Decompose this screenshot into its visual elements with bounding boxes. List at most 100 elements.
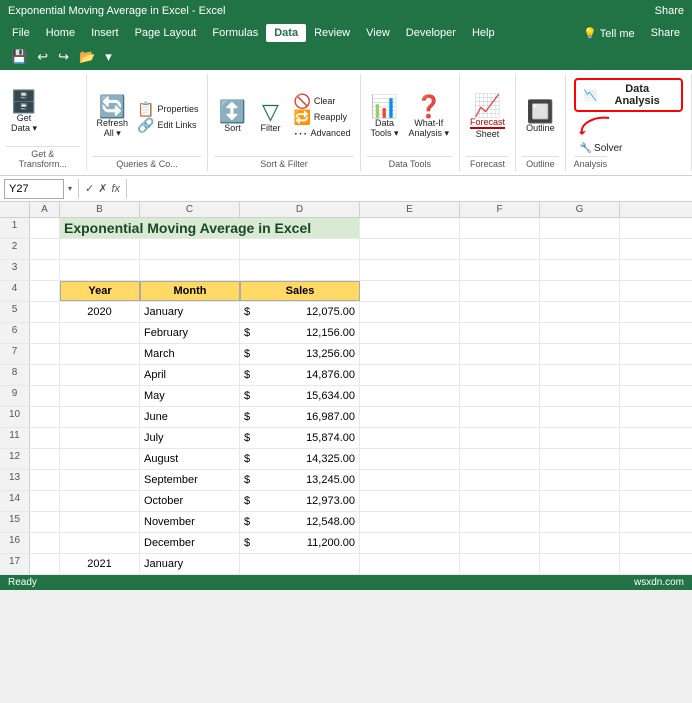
solver-button[interactable]: 🔧 Solver bbox=[574, 141, 683, 156]
cell-g4[interactable] bbox=[540, 281, 620, 301]
cell-d4[interactable]: Sales bbox=[240, 281, 360, 301]
open-icon[interactable]: 📂 bbox=[76, 47, 98, 67]
outline-button[interactable]: 🔲 Outline bbox=[522, 99, 559, 135]
col-header-b[interactable]: B bbox=[60, 202, 140, 217]
what-if-button[interactable]: ❓ What-If Analysis ▾ bbox=[405, 94, 454, 141]
menu-tell-me[interactable]: 💡 Tell me bbox=[575, 24, 642, 43]
cell-b17[interactable]: 2021 bbox=[60, 554, 140, 574]
cell-d6[interactable]: $12,156.00 bbox=[240, 323, 360, 343]
formula-input[interactable] bbox=[133, 183, 688, 195]
col-header-f[interactable]: F bbox=[460, 202, 540, 217]
share-btn[interactable]: Share bbox=[655, 5, 684, 17]
cell-d9[interactable]: $15,634.00 bbox=[240, 386, 360, 406]
cell-a3[interactable] bbox=[30, 260, 60, 280]
cell-e5[interactable] bbox=[360, 302, 460, 322]
cell-b4[interactable]: Year bbox=[60, 281, 140, 301]
col-header-a[interactable]: A bbox=[30, 202, 60, 217]
cell-d8[interactable]: $14,876.00 bbox=[240, 365, 360, 385]
cell-c11[interactable]: July bbox=[140, 428, 240, 448]
refresh-all-button[interactable]: 🔄 Refresh All ▾ bbox=[93, 94, 133, 141]
cell-c10[interactable]: June bbox=[140, 407, 240, 427]
menu-help[interactable]: Help bbox=[464, 24, 503, 42]
cell-g3[interactable] bbox=[540, 260, 620, 280]
menu-developer[interactable]: Developer bbox=[398, 24, 464, 42]
cell-d10[interactable]: $16,987.00 bbox=[240, 407, 360, 427]
cell-a5[interactable] bbox=[30, 302, 60, 322]
menu-insert[interactable]: Insert bbox=[83, 24, 127, 42]
cell-d2[interactable] bbox=[240, 239, 360, 259]
advanced-button[interactable]: ⋯ Advanced bbox=[290, 125, 353, 141]
cell-a4[interactable] bbox=[30, 281, 60, 301]
cell-c13[interactable]: September bbox=[140, 470, 240, 490]
cell-c15[interactable]: November bbox=[140, 512, 240, 532]
cell-a2[interactable] bbox=[30, 239, 60, 259]
menu-view[interactable]: View bbox=[358, 24, 398, 42]
cell-a1[interactable] bbox=[30, 218, 60, 238]
cell-f2[interactable] bbox=[460, 239, 540, 259]
cell-c17[interactable]: January bbox=[140, 554, 240, 574]
reapply-button[interactable]: 🔁 Reapply bbox=[290, 109, 353, 125]
customize-icon[interactable]: ▾ bbox=[102, 47, 115, 67]
name-box[interactable]: Y27 bbox=[4, 179, 64, 199]
formula-check[interactable]: ✓ bbox=[85, 182, 94, 195]
cell-c9[interactable]: May bbox=[140, 386, 240, 406]
cell-f5[interactable] bbox=[460, 302, 540, 322]
clear-button[interactable]: 🚫 Clear bbox=[290, 93, 353, 109]
menu-review[interactable]: Review bbox=[306, 24, 358, 42]
cell-d15[interactable]: $12,548.00 bbox=[240, 512, 360, 532]
edit-links-button[interactable]: 🔗 Edit Links bbox=[134, 117, 201, 133]
cell-d3[interactable] bbox=[240, 260, 360, 280]
get-data-button[interactable]: 🗄️ Get Data ▾ bbox=[6, 89, 42, 136]
cell-e1[interactable] bbox=[360, 218, 460, 238]
name-box-chevron[interactable]: ▾ bbox=[68, 184, 72, 193]
cell-b1[interactable]: Exponential Moving Average in Excel bbox=[60, 218, 360, 238]
data-tools-button[interactable]: 📊 Data Tools ▾ bbox=[367, 94, 403, 141]
cell-d11[interactable]: $15,874.00 bbox=[240, 428, 360, 448]
col-header-g[interactable]: G bbox=[540, 202, 620, 217]
properties-button[interactable]: 📋 Properties bbox=[134, 101, 201, 117]
redo-icon[interactable]: ↪ bbox=[55, 47, 72, 67]
cell-c7[interactable]: March bbox=[140, 344, 240, 364]
menu-home[interactable]: Home bbox=[38, 24, 83, 42]
cell-g2[interactable] bbox=[540, 239, 620, 259]
col-header-e[interactable]: E bbox=[360, 202, 460, 217]
cell-c5[interactable]: January bbox=[140, 302, 240, 322]
cell-c6[interactable]: February bbox=[140, 323, 240, 343]
cell-d14[interactable]: $12,973.00 bbox=[240, 491, 360, 511]
cell-d7[interactable]: $13,256.00 bbox=[240, 344, 360, 364]
cell-f4[interactable] bbox=[460, 281, 540, 301]
cell-d5[interactable]: $12,075.00 bbox=[240, 302, 360, 322]
menu-page-layout[interactable]: Page Layout bbox=[127, 24, 205, 42]
cell-c3[interactable] bbox=[140, 260, 240, 280]
col-header-c[interactable]: C bbox=[140, 202, 240, 217]
cell-c14[interactable]: October bbox=[140, 491, 240, 511]
cell-f1[interactable] bbox=[460, 218, 540, 238]
sort-button[interactable]: ↕️ Sort bbox=[214, 99, 250, 135]
cell-b5[interactable]: 2020 bbox=[60, 302, 140, 322]
filter-button[interactable]: ▽ Filter bbox=[252, 99, 288, 135]
data-analysis-button[interactable]: 📉 Data Analysis bbox=[574, 78, 683, 112]
cell-e3[interactable] bbox=[360, 260, 460, 280]
forecast-sheet-button[interactable]: 📈 Forecast Sheet bbox=[466, 93, 509, 141]
cell-c8[interactable]: April bbox=[140, 365, 240, 385]
save-icon[interactable]: 💾 bbox=[8, 47, 30, 67]
cell-c12[interactable]: August bbox=[140, 449, 240, 469]
cell-b3[interactable] bbox=[60, 260, 140, 280]
cell-b6[interactable] bbox=[60, 323, 140, 343]
cell-d13[interactable]: $13,245.00 bbox=[240, 470, 360, 490]
cell-d12[interactable]: $14,325.00 bbox=[240, 449, 360, 469]
cell-c4[interactable]: Month bbox=[140, 281, 240, 301]
menu-file[interactable]: File bbox=[4, 24, 38, 42]
col-header-d[interactable]: D bbox=[240, 202, 360, 217]
menu-data[interactable]: Data bbox=[266, 24, 306, 42]
cell-d17[interactable] bbox=[240, 554, 360, 574]
cell-b2[interactable] bbox=[60, 239, 140, 259]
cell-c16[interactable]: December bbox=[140, 533, 240, 553]
cell-g1[interactable] bbox=[540, 218, 620, 238]
cell-c2[interactable] bbox=[140, 239, 240, 259]
formula-cancel[interactable]: ✗ bbox=[98, 182, 107, 195]
cell-e4[interactable] bbox=[360, 281, 460, 301]
cell-g5[interactable] bbox=[540, 302, 620, 322]
cell-e2[interactable] bbox=[360, 239, 460, 259]
cell-d16[interactable]: $11,200.00 bbox=[240, 533, 360, 553]
